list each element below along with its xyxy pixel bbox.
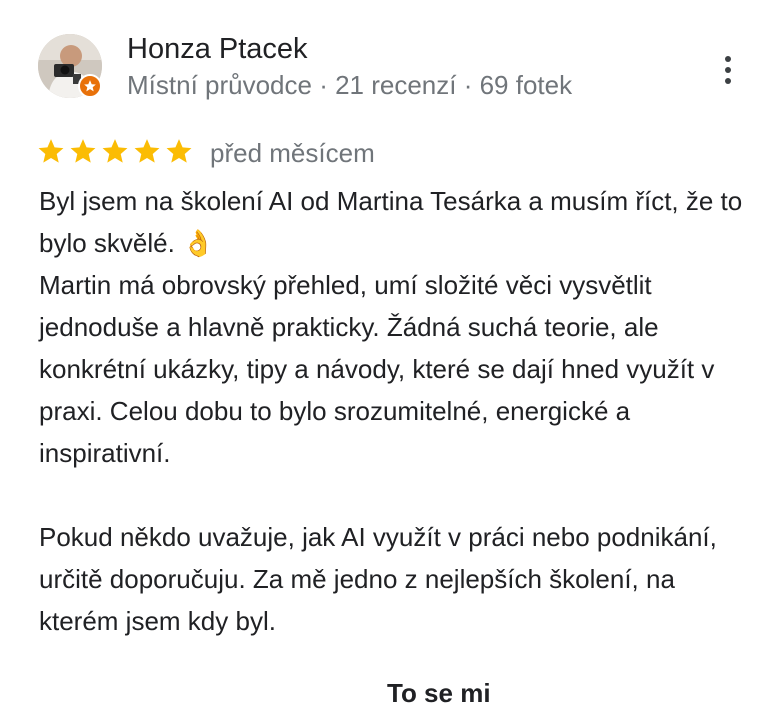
reviewer-name[interactable]: Honza Ptacek [127, 32, 308, 66]
review-card: Honza Ptacek Místní průvodce · 21 recenz… [0, 0, 782, 708]
review-text: Byl jsem na školení AI od Martina Tesárk… [39, 180, 759, 642]
reviewer-meta[interactable]: Místní průvodce · 21 recenzí · 69 fotek [127, 68, 572, 102]
review-paragraph: Byl jsem na školení AI od Martina Tesárk… [39, 186, 750, 258]
star-icon [102, 139, 128, 163]
more-vertical-icon [725, 56, 731, 62]
local-guide-badge-icon [78, 74, 102, 98]
star-icon [134, 139, 160, 163]
star-icon [70, 139, 96, 163]
more-options-button[interactable] [710, 50, 746, 90]
review-paragraph: Pokud někdo uvažuje, jak AI využít v prá… [39, 522, 725, 636]
star-icon [166, 139, 192, 163]
star-rating [36, 136, 194, 170]
star-icon [38, 139, 64, 163]
review-date: před měsícem [210, 138, 375, 168]
like-button[interactable]: To se mi [387, 676, 491, 710]
review-paragraph: Martin má obrovský přehled, umí složité … [39, 270, 722, 468]
